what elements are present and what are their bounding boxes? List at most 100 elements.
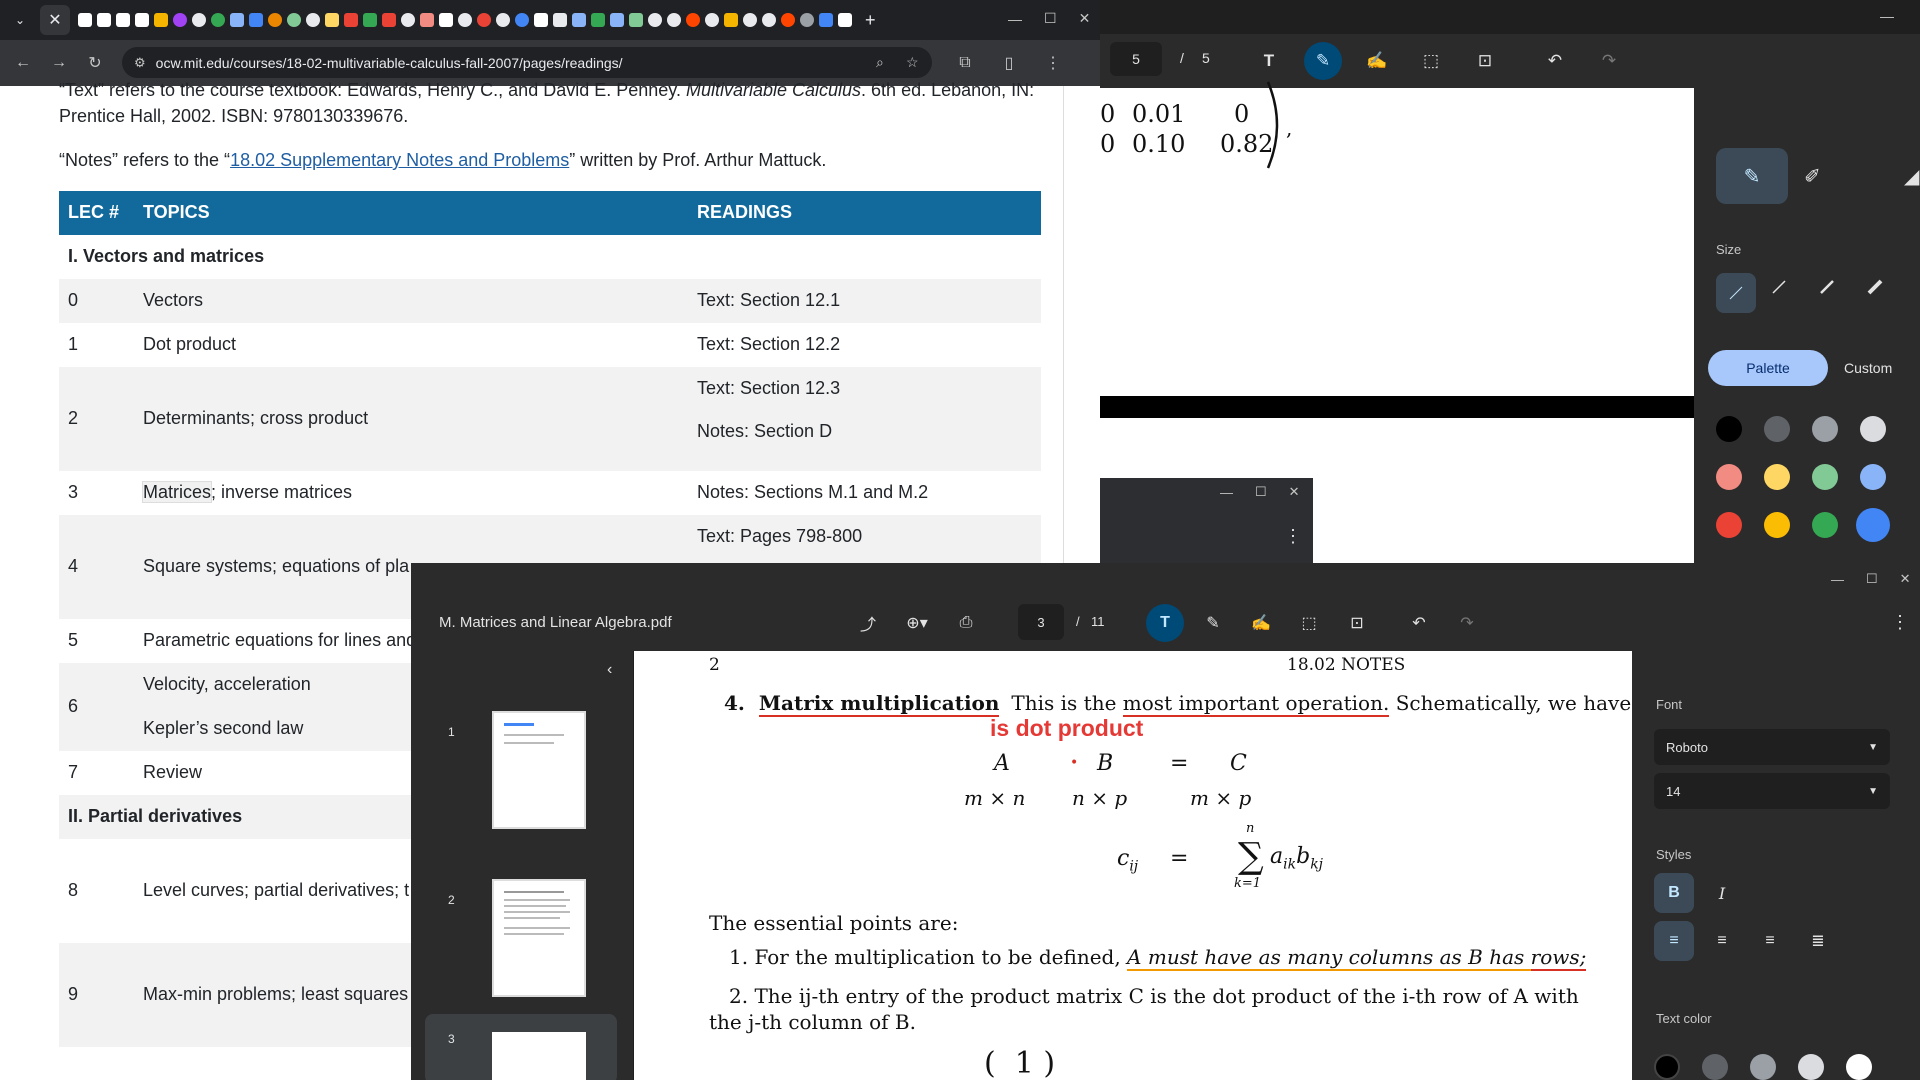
tab-favicon-icon[interactable] [363, 13, 377, 27]
undo-icon[interactable]: ↶ [1536, 42, 1574, 80]
italic-button[interactable]: I [1702, 873, 1742, 913]
tab-favicon-icon[interactable] [705, 13, 719, 27]
minimize-icon[interactable]: — [1008, 11, 1022, 27]
menu-icon[interactable]: ⋮ [1038, 48, 1068, 78]
reading-mode-icon[interactable]: ▯ [994, 48, 1024, 78]
text-color-swatch[interactable] [1846, 1054, 1872, 1080]
select-area-icon[interactable]: ⬚ [1290, 604, 1328, 642]
tab-favicon-icon[interactable] [439, 13, 453, 27]
tab-favicon-icon[interactable] [515, 13, 529, 27]
tab-favicon-icon[interactable] [800, 13, 814, 27]
palette-color-swatch[interactable] [1716, 512, 1742, 538]
tab-favicon-icon[interactable] [667, 13, 681, 27]
palette-color-swatch[interactable] [1812, 416, 1838, 442]
align-right-icon[interactable]: ≡ [1750, 921, 1790, 961]
palette-color-swatch[interactable] [1860, 416, 1886, 442]
palette-color-swatch[interactable] [1716, 416, 1742, 442]
select-area-icon[interactable]: ⬚ [1412, 42, 1450, 80]
maximize-icon[interactable]: ☐ [1044, 10, 1057, 27]
text-tool-icon[interactable]: T [1250, 42, 1288, 80]
palette-color-swatch[interactable] [1764, 512, 1790, 538]
zoom-icon[interactable]: ⊕▾ [895, 604, 939, 642]
tab-custom[interactable]: Custom [1844, 360, 1892, 376]
font-size-select[interactable]: 14 ▼ [1654, 773, 1890, 809]
size-thin-icon[interactable] [1716, 273, 1756, 313]
text-color-swatch[interactable] [1654, 1054, 1680, 1080]
tab-favicon-icon[interactable] [325, 13, 339, 27]
back-icon[interactable]: ← [8, 48, 38, 78]
draw-tool-icon[interactable]: ✎ [1194, 604, 1232, 642]
tab-favicon-icon[interactable] [97, 13, 111, 27]
align-justify-icon[interactable]: ≣ [1798, 921, 1838, 961]
palette-color-swatch[interactable] [1860, 464, 1886, 490]
tab-favicon-icon[interactable] [268, 13, 282, 27]
reload-icon[interactable]: ↻ [80, 48, 110, 78]
lens-icon[interactable]: ⊡ [1466, 42, 1504, 80]
minimize-icon[interactable]: — [1220, 485, 1233, 500]
undo-icon[interactable]: ↶ [1400, 604, 1438, 642]
bookmark-star-icon[interactable]: ☆ [906, 54, 919, 71]
share-icon[interactable]: ⤴ [851, 604, 885, 642]
thumbnail-selected[interactable]: 3 [425, 1014, 617, 1080]
tab-favicon-icon[interactable] [230, 13, 244, 27]
text-tool-icon[interactable]: T [1146, 604, 1184, 642]
tab-palette[interactable]: Palette [1708, 350, 1828, 386]
tab-favicon-icon[interactable] [553, 13, 567, 27]
tab-favicon-icon[interactable] [420, 13, 434, 27]
tab-favicon-icon[interactable] [135, 13, 149, 27]
pen-tool-icon[interactable]: ✎ [1716, 148, 1788, 204]
tab-favicon-icon[interactable] [686, 13, 700, 27]
tab-favicon-icon[interactable] [477, 13, 491, 27]
tab-favicon-icon[interactable] [781, 13, 795, 27]
zoom-icon[interactable]: ⌕ [876, 54, 884, 71]
palette-color-swatch[interactable] [1812, 512, 1838, 538]
tab-favicon-icon[interactable] [458, 13, 472, 27]
signature-icon[interactable]: ✍ [1358, 42, 1396, 80]
palette-color-swatch[interactable] [1812, 464, 1838, 490]
signature-icon[interactable]: ✍ [1242, 604, 1280, 642]
text-annotation[interactable]: is dot product [990, 715, 1143, 742]
lens-icon[interactable]: ⊡ [1338, 604, 1376, 642]
tab-favicon-icon[interactable] [249, 13, 263, 27]
tab-favicon-icon[interactable] [116, 13, 130, 27]
highlighter-icon[interactable]: ✐ [1804, 164, 1821, 189]
maximize-icon[interactable]: ☐ [1866, 571, 1878, 587]
active-tab-close-icon[interactable]: ✕ [40, 5, 70, 35]
tab-favicon-icon[interactable] [648, 13, 662, 27]
tab-favicon-icon[interactable] [819, 13, 833, 27]
tab-favicon-icon[interactable] [743, 13, 757, 27]
page-number-input[interactable]: 5 [1110, 42, 1162, 76]
draw-tool-icon[interactable]: ✎ [1304, 42, 1342, 80]
align-center-icon[interactable]: ≡ [1702, 921, 1742, 961]
page-number-input[interactable]: 3 [1018, 604, 1064, 640]
palette-color-swatch[interactable] [1764, 416, 1790, 442]
maximize-icon[interactable]: ☐ [1255, 484, 1267, 500]
tab-favicon-icon[interactable] [724, 13, 738, 27]
tab-favicon-icon[interactable] [211, 13, 225, 27]
address-bar[interactable]: ⚙ ocw.mit.edu/courses/18-02-multivariabl… [122, 47, 932, 78]
collapse-sidebar-icon[interactable]: ‹ [607, 661, 612, 679]
bold-button[interactable]: B [1654, 873, 1694, 913]
text-color-swatch[interactable] [1702, 1054, 1728, 1080]
size-large-icon[interactable] [1866, 278, 1884, 296]
tab-favicon-icon[interactable] [496, 13, 510, 27]
print-icon[interactable]: ⎙ [949, 604, 983, 642]
tab-favicon-icon[interactable] [78, 13, 92, 27]
tab-favicon-icon[interactable] [838, 13, 852, 27]
page-thumbnail[interactable] [492, 879, 586, 997]
more-options-icon[interactable]: ⋮ [1891, 612, 1909, 633]
size-medium-icon[interactable] [1818, 278, 1836, 296]
redo-icon[interactable]: ↷ [1590, 42, 1628, 80]
text-color-swatch[interactable] [1750, 1054, 1776, 1080]
palette-color-swatch[interactable] [1856, 508, 1890, 542]
tab-favicon-icon[interactable] [534, 13, 548, 27]
minimize-icon[interactable]: — [1880, 8, 1894, 24]
new-tab-icon[interactable]: + [865, 10, 876, 31]
extensions-icon[interactable]: ⧉ [950, 48, 980, 78]
tab-favicon-icon[interactable] [173, 13, 187, 27]
tab-favicon-icon[interactable] [192, 13, 206, 27]
tab-favicon-icon[interactable] [401, 13, 415, 27]
tab-favicon-icon[interactable] [287, 13, 301, 27]
redo-icon[interactable]: ↷ [1448, 604, 1486, 642]
tab-favicon-icon[interactable] [344, 13, 358, 27]
